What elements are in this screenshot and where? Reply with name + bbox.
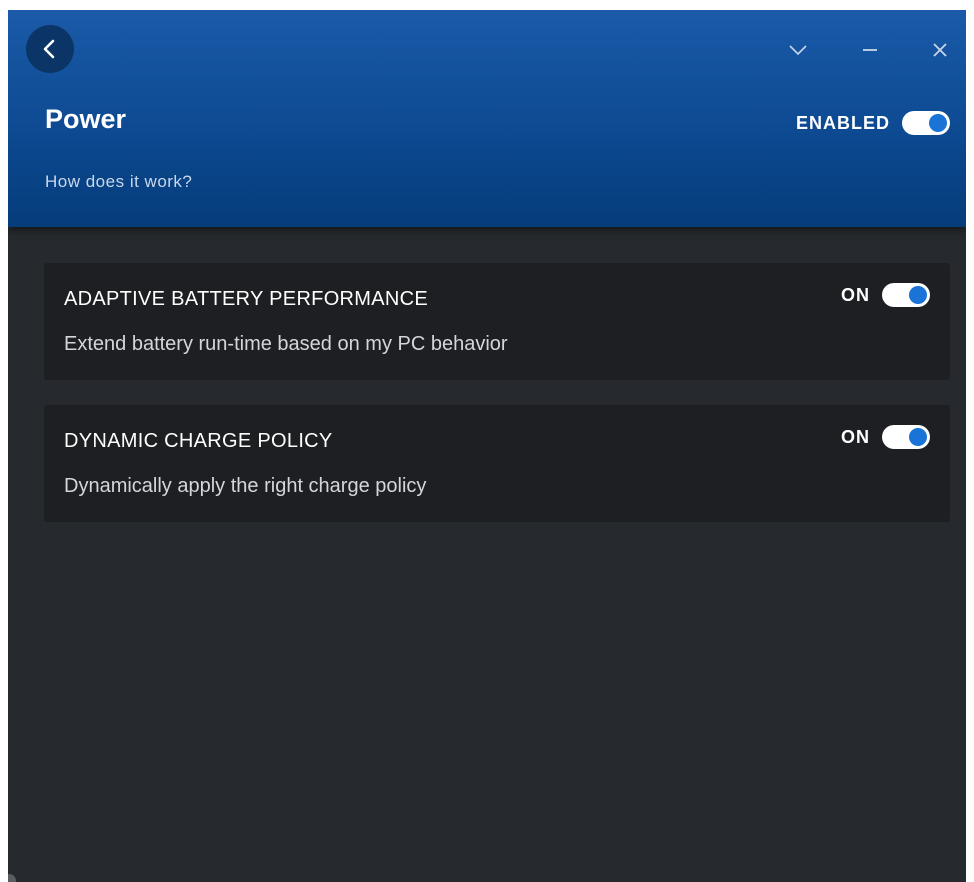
enabled-label: ENABLED — [795, 112, 890, 133]
toggle-knob — [929, 114, 947, 132]
chevron-down-icon — [789, 45, 807, 56]
minimize-icon — [863, 49, 877, 51]
how-does-it-work-link[interactable]: How does it work? — [45, 172, 192, 192]
card-dynamic-charge: DYNAMIC CHARGE POLICY Dynamically apply … — [44, 405, 950, 522]
enabled-toggle[interactable] — [902, 111, 950, 135]
enabled-control: ENABLED — [796, 111, 950, 135]
card-description: Dynamically apply the right charge polic… — [64, 475, 427, 497]
header: Power How does it work? ENABLED — [8, 10, 966, 227]
close-button[interactable] — [926, 36, 954, 64]
minimize-button[interactable] — [856, 36, 884, 64]
card-title: ADAPTIVE BATTERY PERFORMANCE — [64, 288, 429, 310]
card-title: DYNAMIC CHARGE POLICY — [64, 430, 333, 452]
card-description: Extend battery run-time based on my PC b… — [64, 333, 508, 355]
toggle-state-label: ON — [841, 426, 870, 447]
toggle-state-label: ON — [841, 284, 870, 305]
toggle-knob — [909, 286, 927, 304]
toggle-knob — [909, 428, 927, 446]
adaptive-battery-toggle[interactable] — [882, 283, 930, 307]
resize-handle[interactable] — [8, 874, 16, 882]
page-title: Power — [45, 104, 127, 134]
card-toggle-control: ON — [841, 425, 930, 449]
card-toggle-control: ON — [841, 283, 930, 307]
power-window: Power How does it work? ENABLED ADAPTIVE… — [8, 10, 966, 882]
back-button[interactable] — [26, 25, 74, 73]
card-adaptive-battery: ADAPTIVE BATTERY PERFORMANCE Extend batt… — [44, 263, 950, 380]
chevron-left-icon — [43, 39, 55, 59]
dynamic-charge-toggle[interactable] — [882, 425, 930, 449]
close-icon — [933, 43, 947, 57]
collapse-button[interactable] — [784, 36, 812, 64]
